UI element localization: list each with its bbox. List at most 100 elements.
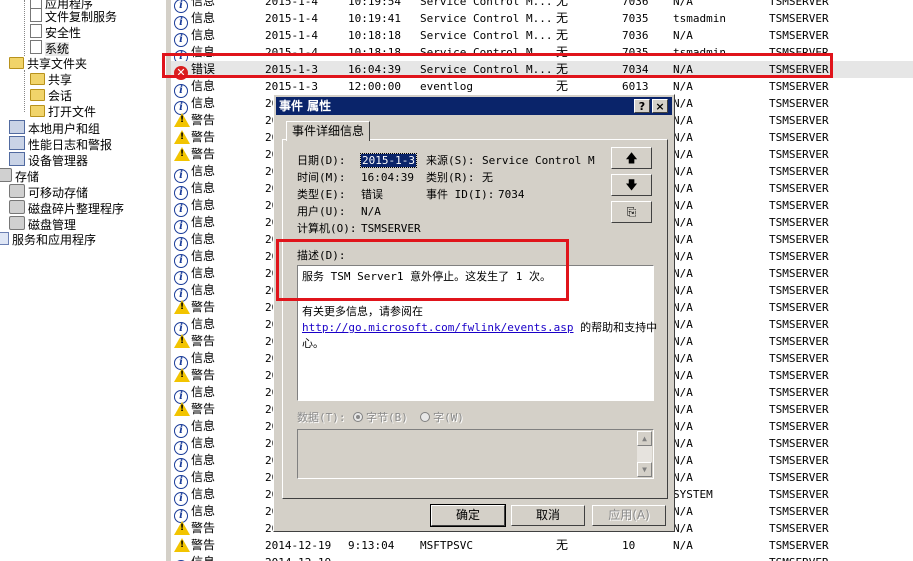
event-type-label: 信息: [191, 164, 216, 178]
warning-icon: !: [174, 521, 190, 535]
time-label: 时间(M):: [297, 171, 346, 184]
words-radio[interactable]: 字(W): [420, 410, 464, 426]
folder-icon: [30, 105, 45, 117]
event-row[interactable]: i 信息 2015-1-4 10:19:54 Service Control M... 无…: [171, 0, 913, 13]
event-row[interactable]: i信息2014-12-19 TSMSERVER: [171, 554, 913, 561]
tree-item[interactable]: 磁盘管理: [9, 216, 76, 232]
help-button[interactable]: ?: [634, 99, 650, 113]
event-details-panel: 日期(D): 2015-1-3 来源(S): Service Control M…: [282, 139, 668, 499]
folder-icon: [30, 73, 45, 85]
event-type-cell: ! 警告: [174, 112, 266, 129]
event-computer-cell: TSMSERVER: [769, 267, 829, 280]
event-type-label: 信息: [191, 555, 215, 561]
event-computer-cell: TSMSERVER: [769, 131, 829, 144]
event-category-cell: 无: [556, 0, 569, 8]
tree-item-label: 安全性: [45, 26, 82, 40]
tree-item[interactable]: 设备管理器: [9, 152, 88, 168]
tree-item[interactable]: 可移动存储: [9, 184, 88, 200]
event-type-label: 信息: [191, 96, 216, 110]
event-user-cell: N/A: [673, 148, 693, 161]
event-user-cell: N/A: [673, 80, 693, 93]
data-box[interactable]: ▲ ▼: [297, 429, 654, 479]
event-row[interactable]: i 信息 2015-1-4 10:18:18 Service Control M... 无…: [171, 27, 913, 47]
tree-item-label: 打开文件: [48, 105, 97, 119]
date-value[interactable]: 2015-1-3: [360, 153, 417, 169]
user-label: 用户(U):: [297, 205, 346, 218]
user-value: N/A: [361, 205, 381, 218]
event-computer-cell: TSMSERVER: [769, 250, 829, 263]
tree-item[interactable]: 本地用户和组: [9, 120, 100, 136]
event-computer-cell: TSMSERVER: [769, 369, 829, 382]
event-category-cell: 无: [556, 79, 569, 93]
event-computer-cell: TSMSERVER: [769, 471, 829, 484]
cancel-button[interactable]: 取消: [511, 505, 585, 526]
event-user-cell: N/A: [673, 131, 693, 144]
scroll-up-icon[interactable]: ▲: [637, 431, 652, 446]
event-user-cell: N/A: [673, 250, 693, 263]
event-type-label: 信息: [191, 249, 216, 263]
dialog-title-bar[interactable]: 事件 属性 ? ×: [276, 97, 672, 115]
event-user-cell: N/A: [673, 522, 693, 535]
event-type-cell: ! 警告: [174, 146, 266, 163]
tree-item-label: 会话: [48, 89, 73, 103]
performance-icon: [9, 136, 25, 150]
event-user-cell: N/A: [673, 437, 693, 450]
event-source-cell: Service Control M...: [420, 0, 553, 8]
event-id-value: 7034: [498, 188, 525, 201]
tree-item[interactable]: 共享: [30, 72, 72, 88]
tree-item[interactable]: 打开文件: [30, 104, 96, 120]
bytes-radio[interactable]: 字节(B): [353, 410, 408, 426]
time-value: 16:04:39: [361, 171, 414, 184]
event-type-label: 信息: [191, 215, 216, 229]
event-properties-dialog: 事件 属性 ? × 事件详细信息 日期(D): 2015-1-3 来源(S): …: [273, 94, 675, 532]
tree-item[interactable]: 存储: [0, 168, 39, 184]
copy-event-button[interactable]: ⎘: [611, 201, 652, 223]
event-user-cell: N/A: [673, 352, 693, 365]
help-link[interactable]: http://go.microsoft.com/fwlink/events.as…: [302, 321, 574, 334]
event-row[interactable]: i 信息 2015-1-4 10:19:41 Service Control M... 无…: [171, 10, 913, 30]
tree-item[interactable]: 文件复制服务: [30, 8, 117, 24]
event-user-cell: N/A: [673, 0, 693, 8]
event-computer-cell: TSMSERVER: [769, 284, 829, 297]
event-row[interactable]: i 信息 2015-1-3 12:00:00 eventlog 无 6013 N/A TSMSE…: [171, 78, 913, 98]
tab-event-details[interactable]: 事件详细信息: [286, 121, 371, 141]
tree-item[interactable]: 服务和应用程序: [0, 232, 96, 248]
tree-item[interactable]: 磁盘碎片整理程序: [9, 200, 124, 216]
event-type-label: 信息: [191, 351, 216, 365]
tree-item[interactable]: 会话: [30, 88, 72, 104]
event-date-cell: 2015-1-4: [265, 0, 318, 8]
event-type-label: 警告: [191, 402, 216, 416]
data-scrollbar[interactable]: ▲ ▼: [637, 431, 652, 477]
event-id-label: 事件 ID(I):: [426, 188, 495, 201]
event-user-cell: N/A: [673, 505, 693, 518]
computer-value: TSMSERVER: [361, 222, 421, 235]
tree-item[interactable]: 共享文件夹: [9, 56, 87, 72]
event-computer-cell: TSMSERVER: [769, 335, 829, 348]
event-type-label: 信息: [191, 266, 216, 280]
event-computer-cell: TSMSERVER: [769, 522, 829, 535]
scroll-down-icon[interactable]: ▼: [637, 462, 652, 477]
event-time-cell: 10:19:41: [348, 12, 401, 25]
event-user-cell: N/A: [673, 454, 693, 467]
description-highlight: [276, 239, 569, 301]
tree-item[interactable]: 性能日志和警报: [9, 136, 112, 152]
event-type-cell: ! 警告: [174, 299, 266, 316]
arrow-down-icon: 🡇: [625, 178, 638, 192]
ok-button[interactable]: 确定: [430, 504, 506, 527]
tree-item[interactable]: 安全性: [30, 24, 81, 40]
event-computer-cell: TSMSERVER: [769, 165, 829, 178]
event-id-cell: 7036: [622, 29, 649, 42]
warning-icon: !: [174, 334, 190, 348]
event-type-label: 信息: [191, 453, 216, 467]
tree-item[interactable]: 系统: [30, 40, 70, 56]
radio-unchecked-icon: [420, 412, 430, 422]
next-event-button[interactable]: 🡇: [611, 174, 652, 196]
event-computer-cell: TSMSERVER: [769, 114, 829, 127]
close-button[interactable]: ×: [652, 99, 668, 113]
event-row[interactable]: ! 警告 2014-12-19 9:13:04 MSFTPSVC 无 10 N/A TSMSER…: [171, 537, 913, 554]
previous-event-button[interactable]: 🡅: [611, 147, 652, 169]
category-value: 无: [482, 171, 493, 184]
tree-guide-line: [24, 70, 25, 112]
apply-button[interactable]: 应用(A): [592, 505, 666, 526]
event-user-cell: N/A: [673, 182, 693, 195]
